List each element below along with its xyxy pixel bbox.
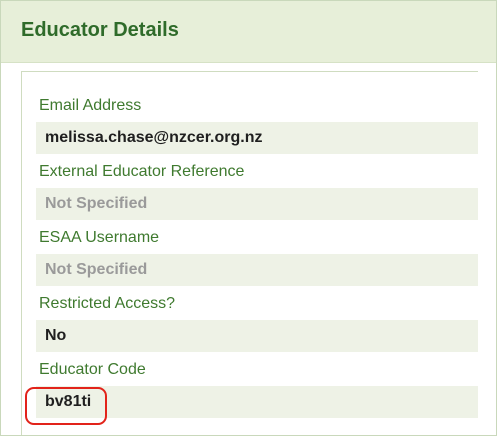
- educator-details-panel: Educator Details Email Address melissa.c…: [0, 0, 497, 436]
- highlight-annotation: [25, 387, 107, 425]
- panel-title: Educator Details: [21, 18, 179, 41]
- external-educator-reference-value: Not Specified: [36, 188, 478, 220]
- educator-code-label: Educator Code: [39, 361, 146, 378]
- external-educator-reference-label: External Educator Reference: [39, 163, 245, 180]
- panel-header: Educator Details: [1, 1, 496, 63]
- panel-body: Email Address melissa.chase@nzcer.org.nz…: [21, 71, 478, 435]
- restricted-access-label: Restricted Access?: [39, 295, 176, 312]
- restricted-access-value: No: [36, 320, 478, 352]
- esaa-username-value: Not Specified: [36, 254, 478, 286]
- esaa-username-label: ESAA Username: [39, 229, 160, 246]
- email-address-label: Email Address: [39, 97, 142, 114]
- email-address-value: melissa.chase@nzcer.org.nz: [36, 122, 478, 154]
